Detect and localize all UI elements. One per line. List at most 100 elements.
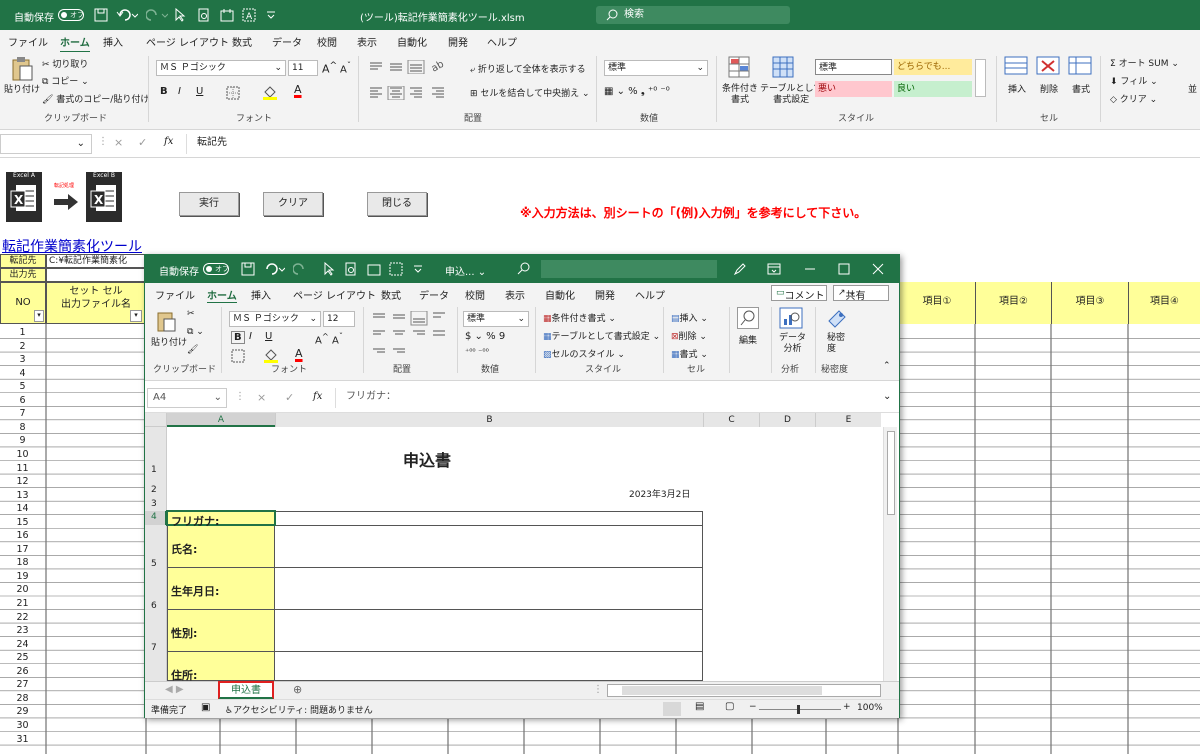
vertical-scrollbar[interactable] <box>883 427 897 681</box>
enter-icon[interactable]: ✓ <box>138 136 147 149</box>
conditional-format-icon[interactable] <box>728 56 752 80</box>
copy-icon[interactable]: ⧉ ⌄ <box>187 327 204 337</box>
border-icon[interactable] <box>231 349 245 363</box>
conditional-format-button[interactable]: ▦条件付き書式 ⌄ <box>543 311 616 324</box>
font-color-icon[interactable]: A <box>294 83 302 96</box>
tab-page-layout[interactable]: ページ レイアウト <box>293 287 376 302</box>
styles-gallery-scroll[interactable] <box>975 59 986 97</box>
insert-function-icon[interactable]: fx <box>313 391 322 402</box>
row-number[interactable]: 5 <box>151 559 157 569</box>
tab-view[interactable]: 表示 <box>505 287 525 302</box>
form-date[interactable]: 2023年3月2日 <box>629 487 690 500</box>
inner-excel-window[interactable]: 自動保存 オフ 申込... ⌄ ファイル ホーム 挿入 ページ レイアウト 数式… <box>144 254 900 718</box>
italic-button[interactable]: I <box>178 86 181 97</box>
number-format-select[interactable]: 標準 ⌄ <box>463 311 529 327</box>
insert-cells-label[interactable]: 挿入 <box>1008 82 1026 95</box>
delete-cells-button[interactable]: ⊠削除 ⌄ <box>671 329 707 342</box>
comma-button[interactable]: 9 <box>499 331 505 342</box>
form-icon[interactable] <box>367 262 381 276</box>
fill-color-icon[interactable] <box>263 347 279 363</box>
percent-button[interactable]: % <box>486 331 496 342</box>
font-size-buttons[interactable]: A^ Aˇ <box>315 331 343 346</box>
share-button[interactable]: ↗ 共有 ⌄ <box>833 285 889 302</box>
tab-automate[interactable]: 自動化 <box>545 287 575 302</box>
merge-center-button[interactable]: ⊞ セルを結合して中央揃え ⌄ <box>470 86 590 99</box>
name-box[interactable]: A4 ⌄ <box>147 388 227 408</box>
formula-input[interactable]: フリガナ： <box>335 388 893 408</box>
bold-button[interactable]: B <box>231 331 245 344</box>
border-icon[interactable] <box>226 86 240 100</box>
tab-automate[interactable]: 自動化 <box>397 34 427 49</box>
page-layout-view-icon[interactable]: ▤ <box>695 701 704 712</box>
tab-data[interactable]: データ <box>419 287 449 302</box>
horizontal-align-icons[interactable] <box>368 86 452 100</box>
font-name-select[interactable]: ＭＳ Ｐゴシック ⌄ <box>229 311 321 327</box>
sensitivity-label[interactable]: 秘密 度 <box>827 333 845 355</box>
collapse-ribbon-icon[interactable]: ⌃ <box>883 361 891 371</box>
cut-button[interactable]: ✂ 切り取り <box>42 57 88 70</box>
tab-review[interactable]: 校閲 <box>465 287 485 302</box>
text-box-icon[interactable] <box>389 262 403 276</box>
fill-color-icon[interactable] <box>262 84 278 100</box>
style-good[interactable]: 良い <box>894 81 972 97</box>
filter-dropdown[interactable]: ▾ <box>130 310 142 322</box>
tab-view[interactable]: 表示 <box>357 34 377 49</box>
format-as-table-button[interactable]: ▦テーブルとして書式設定 ⌄ <box>543 329 660 342</box>
name-label[interactable]: 氏名: <box>171 541 197 557</box>
format-as-table-icon[interactable] <box>772 56 796 80</box>
gender-label[interactable]: 性別: <box>171 625 197 641</box>
number-format-buttons[interactable]: ▦ ⌄ % ❟ ⁺⁰ ⁻⁰ <box>604 86 670 97</box>
pen-icon[interactable] <box>733 262 747 276</box>
tab-formulas[interactable]: 数式 <box>381 287 401 302</box>
tab-insert[interactable]: 挿入 <box>103 34 123 49</box>
tab-page-layout[interactable]: ページ レイアウト <box>146 34 229 49</box>
analyze-data-icon[interactable] <box>779 307 805 331</box>
sheet-tab-active[interactable]: 申込書 <box>218 681 274 700</box>
save-icon[interactable] <box>241 262 255 276</box>
tab-home[interactable]: ホーム <box>60 34 90 53</box>
number-format-select[interactable]: 標準 ⌄ <box>604 60 708 76</box>
minimize-icon[interactable] <box>803 262 817 276</box>
run-button[interactable]: 実行 <box>179 192 239 216</box>
zoom-level[interactable]: 100% <box>857 703 883 713</box>
form-icon[interactable] <box>220 8 234 22</box>
address-label[interactable]: 住所: <box>171 667 197 681</box>
font-name-select[interactable]: ＭＳ Ｐゴシック ⌄ <box>156 60 286 76</box>
row-number[interactable]: 2 <box>151 485 157 495</box>
comments-button[interactable]: ▭ コメント <box>771 285 827 302</box>
tab-home[interactable]: ホーム <box>207 287 237 304</box>
search-input[interactable]: 検索 <box>596 6 790 24</box>
tab-developer[interactable]: 開発 <box>448 34 468 49</box>
furigana-label[interactable]: フリガナ: <box>171 513 219 529</box>
print-preview-icon[interactable] <box>345 262 357 276</box>
redo-icon[interactable] <box>293 262 315 276</box>
tool-title[interactable]: 転記作業簡素化ツール <box>2 236 142 256</box>
cancel-icon[interactable]: × <box>257 391 266 404</box>
zoom-slider[interactable] <box>759 705 841 714</box>
cell-styles-button[interactable]: ▨セルのスタイル ⌄ <box>543 347 625 360</box>
page-break-view-icon[interactable]: ▢ <box>725 701 734 712</box>
pointer-icon[interactable] <box>174 8 186 22</box>
analyze-data-label[interactable]: データ 分析 <box>779 333 806 355</box>
search-icon[interactable] <box>737 307 759 329</box>
tab-insert[interactable]: 挿入 <box>251 287 271 302</box>
enter-icon[interactable]: ✓ <box>285 391 294 404</box>
row-number[interactable]: 1 <box>151 465 157 475</box>
column-header-b[interactable]: B <box>275 413 703 427</box>
bold-button[interactable]: B <box>160 86 168 97</box>
tab-formulas[interactable]: 数式 <box>232 34 252 49</box>
clear-sheet-button[interactable]: クリア <box>263 192 323 216</box>
pointer-icon[interactable] <box>323 262 335 276</box>
close-icon[interactable] <box>871 262 885 276</box>
search-icon[interactable] <box>517 262 531 276</box>
horizontal-scrollbar[interactable] <box>607 684 881 697</box>
zoom-out-button[interactable]: − <box>749 702 757 712</box>
cancel-icon[interactable]: × <box>114 136 123 149</box>
birthdate-label[interactable]: 生年月日: <box>171 583 219 599</box>
fill-button[interactable]: ⬇ フィル ⌄ <box>1110 74 1158 87</box>
font-size-select[interactable]: 11 <box>288 60 318 76</box>
inner-search-box[interactable] <box>541 260 717 278</box>
style-bad[interactable]: 悪い <box>815 81 892 97</box>
formula-input[interactable]: 転記先 <box>186 134 1198 154</box>
format-as-table-label[interactable]: テーブルとして 書式設定 <box>760 84 822 106</box>
